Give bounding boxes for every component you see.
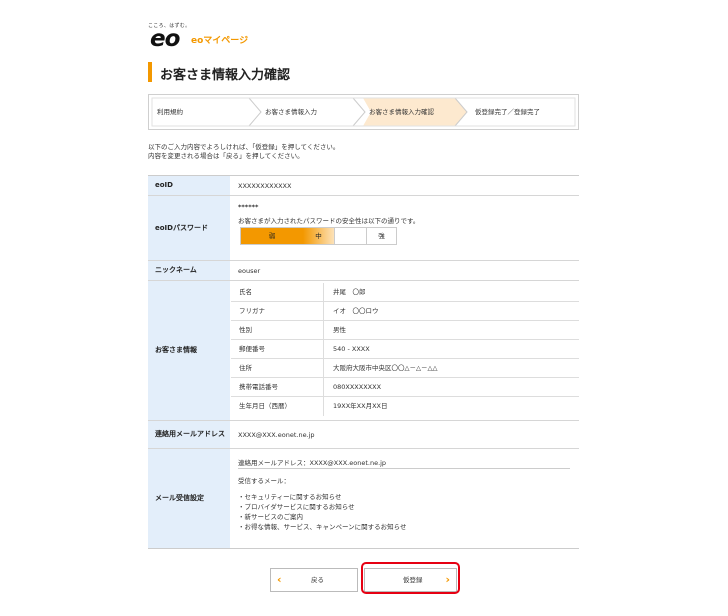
strength-mid: 中 xyxy=(303,228,334,244)
step-complete: 仮登録完了／登録完了 xyxy=(475,108,540,116)
highlight-box xyxy=(361,562,460,594)
password-strength-meter: 弱 中 強 xyxy=(240,227,397,245)
password-strength-note: お客さまが入力されたパスワードの安全性は以下の通りです。 xyxy=(238,217,420,225)
row-customer-info: お客さま情報 氏名 井尾 〇郎 フリガナ イオ 〇〇ロウ 性別 男性 郵便番号 … xyxy=(148,281,579,421)
gender-value: 男性 xyxy=(333,326,346,334)
birthdate-value: 19XX年XX月XX日 xyxy=(333,402,388,410)
chevron-left-icon: ‹ xyxy=(277,573,282,586)
customer-row-name: 氏名 井尾 〇郎 xyxy=(231,283,579,302)
col-divider xyxy=(323,340,324,358)
customer-row-furigana: フリガナ イオ 〇〇ロウ xyxy=(231,302,579,321)
postal-label: 郵便番号 xyxy=(239,345,265,353)
furigana-value: イオ 〇〇ロウ xyxy=(333,307,379,315)
col-divider xyxy=(323,378,324,396)
password-masked: ****** xyxy=(238,203,259,211)
customer-info-label: お客さま情報 xyxy=(148,281,230,420)
col-divider xyxy=(323,359,324,377)
mail-settings-divider xyxy=(238,468,570,469)
contact-mail-value: XXXX@XXX.eonet.ne.jp xyxy=(238,431,315,439)
strength-weak: 弱 xyxy=(241,228,303,244)
customer-row-birthdate: 生年月日（西暦） 19XX年XX月XX日 xyxy=(231,397,579,416)
row-nickname: ニックネーム eouser xyxy=(148,261,579,281)
mobile-label: 携帯電話番号 xyxy=(239,383,278,391)
row-eoid: eoID XXXXXXXXXXXX xyxy=(148,176,579,196)
strength-divider-1 xyxy=(334,228,335,244)
confirmation-table: eoID XXXXXXXXXXXX eoIDパスワード ****** お客さまが… xyxy=(148,175,579,549)
customer-row-gender: 性別 男性 xyxy=(231,321,579,340)
nickname-value: eouser xyxy=(238,267,261,275)
eoid-value: XXXXXXXXXXXX xyxy=(238,182,292,190)
intro-line-2: 内容を変更される場合は「戻る」を押してください。 xyxy=(148,152,304,160)
name-label: 氏名 xyxy=(239,288,252,296)
intro-text: 以下のご入力内容でよろしければ、「仮登録」を押してください。 内容を変更される場… xyxy=(148,143,339,161)
row-contact-mail: 連絡用メールアドレス XXXX@XXX.eonet.ne.jp xyxy=(148,421,579,449)
customer-row-address: 住所 大阪府大阪市中央区〇〇△－△－△△ xyxy=(231,359,579,378)
address-value: 大阪府大阪市中央区〇〇△－△－△△ xyxy=(333,364,438,372)
col-divider xyxy=(323,397,324,416)
page-title: お客さま情報入力確認 xyxy=(160,68,291,83)
step-customer-input: お客さま情報入力 xyxy=(265,108,317,116)
col-divider xyxy=(323,321,324,339)
progress-steps: 利用規約 お客さま情報入力 お客さま情報入力確認 仮登録完了／登録完了 xyxy=(148,94,579,130)
address-label: 住所 xyxy=(239,364,252,372)
eoid-label: eoID xyxy=(148,176,230,195)
birthdate-label: 生年月日（西暦） xyxy=(239,402,291,410)
gender-label: 性別 xyxy=(239,326,252,334)
receive-item-security: ・セキュリティーに関するお知らせ xyxy=(238,493,342,501)
name-value: 井尾 〇郎 xyxy=(333,288,366,296)
strength-strong: 強 xyxy=(378,232,385,240)
mypage-label[interactable]: eoマイページ xyxy=(191,33,248,46)
step-customer-confirm: お客さま情報入力確認 xyxy=(369,108,434,116)
password-label: eoIDパスワード xyxy=(148,196,230,260)
step-terms: 利用規約 xyxy=(157,108,183,116)
nickname-label: ニックネーム xyxy=(148,261,230,280)
furigana-label: フリガナ xyxy=(239,307,265,315)
back-button-label: 戻る xyxy=(311,576,324,584)
col-divider xyxy=(323,283,324,301)
intro-line-1: 以下のご入力内容でよろしければ、「仮登録」を押してください。 xyxy=(148,143,340,151)
contact-mail-label: 連絡用メールアドレス xyxy=(148,421,230,448)
receive-heading: 受信するメール： xyxy=(238,477,290,485)
mail-settings-label: メール受信設定 xyxy=(148,449,230,548)
mobile-value: 080XXXXXXXX xyxy=(333,383,382,391)
row-password: eoIDパスワード ****** お客さまが入力されたパスワードの安全性は以下の… xyxy=(148,196,579,261)
row-mail-settings: メール受信設定 連絡用メールアドレス：XXXX@XXX.eonet.ne.jp … xyxy=(148,449,579,548)
title-accent-bar xyxy=(148,62,152,82)
customer-row-postal: 郵便番号 540 - XXXX xyxy=(231,340,579,359)
col-divider xyxy=(323,302,324,320)
receive-item-new-service: ・新サービスのご案内 xyxy=(238,513,303,521)
postal-value: 540 - XXXX xyxy=(333,345,370,353)
customer-row-mobile: 携帯電話番号 080XXXXXXXX xyxy=(231,378,579,397)
mail-settings-address: 連絡用メールアドレス：XXXX@XXX.eonet.ne.jp xyxy=(238,459,387,467)
back-button[interactable]: ‹ 戻る xyxy=(270,568,358,592)
eo-logo[interactable]: eo xyxy=(150,28,180,51)
receive-item-provider: ・プロバイダサービスに関するお知らせ xyxy=(238,503,355,511)
receive-item-campaign: ・お得な情報、サービス、キャンペーンに関するお知らせ xyxy=(238,523,407,531)
